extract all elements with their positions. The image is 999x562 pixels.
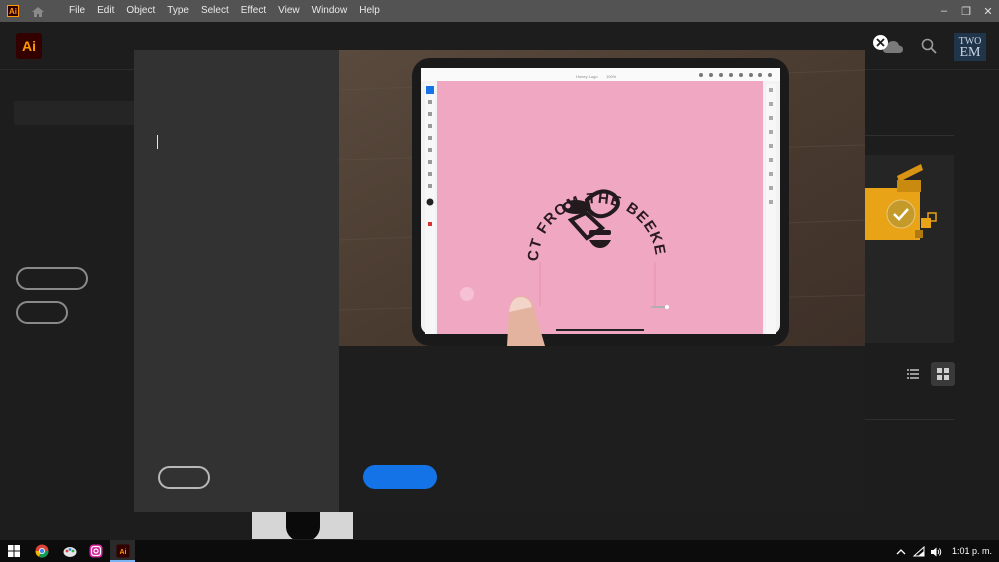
- minimize-icon[interactable]: –: [933, 0, 955, 22]
- search-icon[interactable]: [921, 38, 937, 54]
- secondary-button[interactable]: [158, 466, 210, 489]
- paint-app-icon[interactable]: [62, 543, 78, 559]
- svg-text:Honey Logo: Honey Logo: [576, 74, 598, 79]
- menu-edit[interactable]: Edit: [91, 0, 120, 22]
- menu-view[interactable]: View: [272, 0, 306, 22]
- close-window-icon[interactable]: ✕: [977, 0, 999, 22]
- divider: [865, 419, 954, 420]
- menu-type[interactable]: Type: [161, 0, 195, 22]
- card-illustration: [865, 158, 954, 248]
- avatar-line-2: EM: [959, 45, 981, 60]
- sidebar-search-field: [14, 101, 138, 125]
- window-controls: – ❐ ✕: [933, 0, 999, 22]
- volume-icon[interactable]: [930, 545, 942, 557]
- dialog-text-panel: [134, 50, 339, 512]
- list-view-icon[interactable]: [902, 363, 924, 385]
- menu-window[interactable]: Window: [306, 0, 354, 22]
- app-window: Ai File Edit Object Type Select Effect V…: [0, 0, 999, 562]
- menu-select[interactable]: Select: [195, 0, 235, 22]
- sidebar-pill-button: [16, 267, 88, 290]
- file-thumbnail: [252, 512, 353, 539]
- grid-view-icon[interactable]: [931, 362, 955, 386]
- svg-text:100%: 100%: [606, 74, 617, 79]
- divider: [865, 135, 954, 136]
- demo-video[interactable]: Honey Logo 100% CT FRO THE BEEKE: [339, 50, 865, 346]
- menu-effect[interactable]: Effect: [235, 0, 272, 22]
- menu-help[interactable]: Help: [353, 0, 386, 22]
- menu-items: File Edit Object Type Select Effect View…: [63, 0, 386, 22]
- instagram-app-icon[interactable]: [88, 543, 104, 559]
- thumbnail-shape: [286, 512, 320, 539]
- wifi-icon[interactable]: [912, 545, 925, 557]
- menu-object[interactable]: Object: [120, 0, 161, 22]
- menu-bar: Ai File Edit Object Type Select Effect V…: [0, 0, 999, 22]
- primary-button[interactable]: [363, 465, 437, 489]
- avatar[interactable]: TWO EM: [954, 33, 986, 61]
- clock[interactable]: 1:01 p. m.: [952, 540, 992, 562]
- chrome-icon[interactable]: [34, 543, 50, 559]
- home-icon[interactable]: [31, 5, 45, 17]
- sidebar-pill-button-small: [16, 301, 68, 324]
- illustrator-logo: Ai: [16, 33, 42, 59]
- app-badge-icon: Ai: [7, 5, 19, 17]
- restore-icon[interactable]: ❐: [955, 0, 977, 22]
- text-cursor: [157, 135, 158, 149]
- svg-text:Ai: Ai: [120, 549, 127, 556]
- whats-new-dialog: Honey Logo 100% CT FRO THE BEEKE: [134, 50, 865, 512]
- taskbar: Ai 1:01 p. m.: [0, 540, 999, 562]
- chevron-up-icon[interactable]: [895, 545, 907, 557]
- close-dialog-icon[interactable]: [873, 35, 888, 50]
- windows-start-icon[interactable]: [6, 543, 22, 559]
- illustrator-app-icon[interactable]: Ai: [115, 543, 131, 559]
- menu-file[interactable]: File: [63, 0, 91, 22]
- dialog-media-panel: Honey Logo 100% CT FRO THE BEEKE: [339, 50, 865, 512]
